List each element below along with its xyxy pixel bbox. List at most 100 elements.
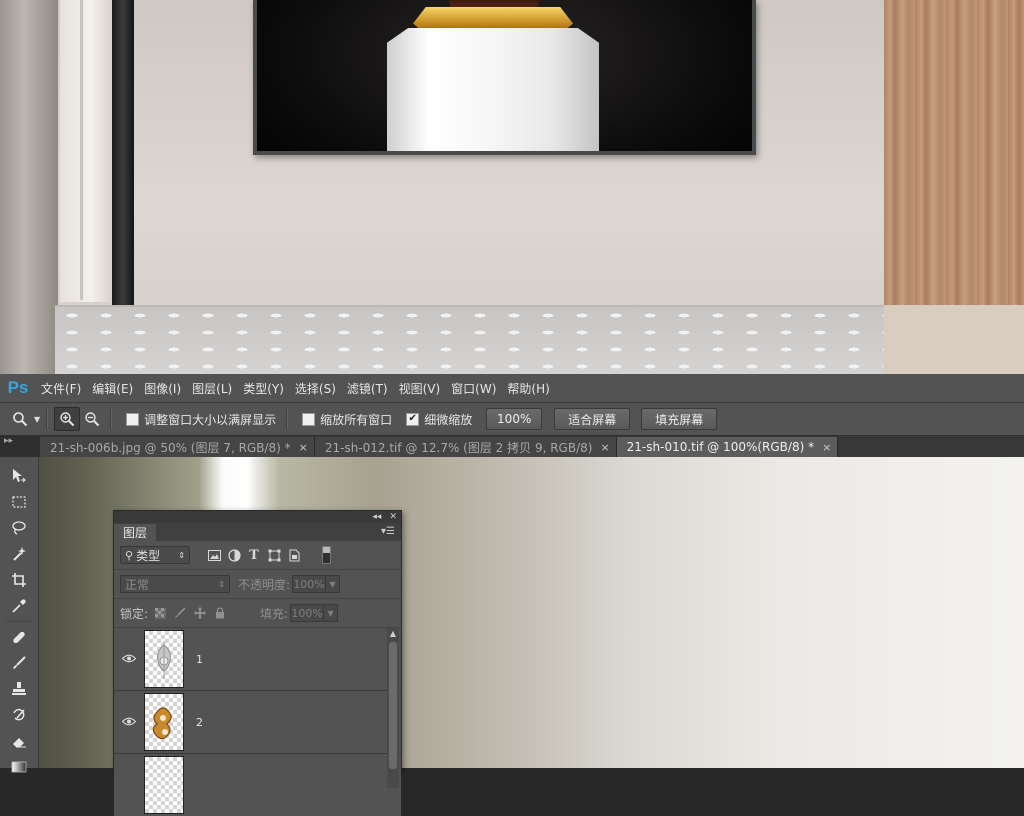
- close-icon[interactable]: ×: [299, 441, 308, 454]
- opacity-input[interactable]: 100%: [292, 575, 327, 593]
- history-brush-tool-icon[interactable]: [0, 702, 38, 728]
- tab-layers[interactable]: 图层: [114, 524, 157, 541]
- actual-pixels-button[interactable]: 100%: [486, 408, 543, 430]
- layer-row-3[interactable]: [114, 754, 401, 816]
- divider: [6, 621, 32, 622]
- clone-stamp-tool-icon[interactable]: [0, 676, 38, 702]
- search-icon: ⚲: [125, 548, 134, 562]
- zoom-in-icon[interactable]: [54, 407, 81, 431]
- eraser-tool-icon[interactable]: [0, 728, 38, 754]
- document-tabs: ▸▸ 21-sh-006b.jpg @ 50% (图层 7, RGB/8) * …: [0, 436, 1024, 457]
- menu-filter[interactable]: 滤镜(T): [342, 380, 394, 397]
- door-line: [80, 0, 83, 300]
- menu-view[interactable]: 视图(V): [394, 380, 447, 397]
- layer-list-scrollbar[interactable]: ▲: [387, 628, 399, 788]
- tab-label: 21-sh-012.tif @ 12.7% (图层 2 拷贝 9, RGB/8): [324, 440, 593, 455]
- close-icon[interactable]: ×: [600, 441, 609, 454]
- scrubby-zoom-checkbox[interactable]: ✔ 细微缩放: [406, 411, 472, 428]
- scrubby-zoom-checkbox-box[interactable]: ✔: [406, 412, 420, 426]
- eye-visibility-icon[interactable]: [114, 652, 144, 667]
- divider: [46, 409, 49, 429]
- zoom-all-windows-label: 缩放所有窗口: [320, 412, 393, 427]
- panel-menu-icon[interactable]: ▾☰: [381, 526, 395, 537]
- panel-tab-row: 图层 ▾☰: [114, 523, 401, 541]
- menu-help[interactable]: 帮助(H): [502, 380, 555, 397]
- gradient-tool-icon[interactable]: [0, 754, 38, 780]
- lock-transparent-pixels-icon[interactable]: [150, 604, 170, 622]
- door-frame: [0, 0, 58, 374]
- fit-screen-button[interactable]: 适合屏幕: [554, 408, 631, 430]
- tab-21-sh-010[interactable]: 21-sh-010.tif @ 100%(RGB/8) * ×: [616, 437, 839, 457]
- resize-windows-checkbox[interactable]: 调整窗口大小以满屏显示: [126, 411, 276, 428]
- artwork-white-pedestal: [387, 28, 599, 151]
- opacity-label: 不透明度:: [238, 577, 291, 592]
- eyedropper-tool-icon[interactable]: [0, 593, 38, 619]
- menu-edit[interactable]: 编辑(E): [87, 380, 139, 397]
- zoom-all-windows-checkbox[interactable]: 缩放所有窗口: [302, 411, 392, 428]
- layer-thumbnail: [144, 693, 184, 751]
- lock-position-icon[interactable]: [190, 604, 210, 622]
- zoom-out-icon[interactable]: [80, 408, 104, 430]
- zoom-all-windows-checkbox-box[interactable]: [302, 412, 316, 426]
- crop-tool-icon[interactable]: [0, 567, 38, 593]
- menu-window[interactable]: 窗口(W): [446, 380, 502, 397]
- panel-titlebar[interactable]: ◂◂ ✕: [114, 511, 401, 523]
- blend-mode-value: 正常: [125, 577, 150, 592]
- brush-tool-icon[interactable]: [0, 650, 38, 676]
- filter-toggle-switch[interactable]: [322, 546, 331, 564]
- filter-shape-layers-icon[interactable]: [264, 546, 284, 564]
- fill-input[interactable]: 100%: [290, 604, 325, 622]
- filter-smart-objects-icon[interactable]: [284, 546, 304, 564]
- layer-row-2[interactable]: 2: [114, 691, 401, 754]
- menu-file[interactable]: 文件(F): [36, 380, 87, 397]
- filter-type-layers-icon[interactable]: T: [244, 546, 264, 564]
- tab-label: 21-sh-010.tif @ 100%(RGB/8) *: [626, 440, 815, 454]
- scroll-up-icon[interactable]: ▲: [387, 628, 399, 640]
- lock-image-pixels-icon[interactable]: [170, 604, 190, 622]
- filter-adjustment-layers-icon[interactable]: [224, 546, 244, 564]
- magic-wand-tool-icon[interactable]: [0, 541, 38, 567]
- tab-21-sh-012[interactable]: 21-sh-012.tif @ 12.7% (图层 2 拷贝 9, RGB/8)…: [314, 437, 617, 457]
- chevron-down-icon[interactable]: ▼: [324, 604, 339, 622]
- scrollbar-thumb[interactable]: [389, 642, 397, 769]
- framed-artwork: [257, 0, 752, 151]
- menu-type[interactable]: 类型(Y): [238, 380, 290, 397]
- eye-visibility-icon[interactable]: [114, 715, 144, 730]
- door-panel: [60, 0, 115, 302]
- healing-brush-tool-icon[interactable]: [0, 624, 38, 650]
- layer-name[interactable]: 2: [196, 716, 203, 729]
- panel-collapse-grip[interactable]: ▸▸: [0, 436, 40, 457]
- layer-list: 1 2 ▲: [114, 628, 401, 816]
- filter-type-label: 类型: [136, 548, 161, 563]
- lock-label: 锁定:: [120, 606, 149, 621]
- close-panel-icon[interactable]: ✕: [389, 512, 397, 522]
- lock-fill-row: 锁定: 填充: 100% ▼: [114, 599, 401, 628]
- tab-21-sh-006b[interactable]: 21-sh-006b.jpg @ 50% (图层 7, RGB/8) * ×: [40, 437, 315, 457]
- resize-windows-label: 调整窗口大小以满屏显示: [144, 412, 277, 427]
- chevron-down-icon[interactable]: ▼: [326, 575, 341, 593]
- divider: [286, 409, 289, 429]
- fill-screen-button[interactable]: 填充屏幕: [641, 408, 718, 430]
- zoom-tool-preset-icon[interactable]: [8, 408, 32, 430]
- close-icon[interactable]: ×: [822, 441, 831, 454]
- tool-preset-dropdown-icon[interactable]: ▼: [34, 415, 40, 424]
- move-tool-icon[interactable]: [0, 463, 38, 489]
- menu-select[interactable]: 选择(S): [290, 380, 342, 397]
- resize-windows-checkbox-box[interactable]: [126, 412, 140, 426]
- menu-layer[interactable]: 图层(L): [187, 380, 238, 397]
- menu-image[interactable]: 图像(I): [139, 380, 187, 397]
- tiled-floor: [55, 305, 884, 374]
- gold-ornament-thumbnail: [152, 707, 172, 740]
- layer-row-1[interactable]: 1: [114, 628, 401, 691]
- marquee-tool-icon[interactable]: [0, 489, 38, 515]
- photoshop-logo: Ps: [7, 378, 29, 397]
- lock-all-icon[interactable]: [210, 604, 230, 622]
- wood-floor: [884, 305, 1024, 374]
- lasso-tool-icon[interactable]: [0, 515, 38, 541]
- layer-filter-select[interactable]: ⚲ 类型 ⇕: [120, 546, 190, 564]
- layer-name[interactable]: 1: [196, 653, 203, 666]
- blend-mode-select[interactable]: 正常 ⇕: [120, 575, 230, 593]
- collapse-panel-icon[interactable]: ◂◂: [372, 512, 381, 522]
- filter-pixel-layers-icon[interactable]: [204, 546, 224, 564]
- layers-panel: ◂◂ ✕ 图层 ▾☰ ⚲ 类型 ⇕ T 正常 ⇕ 不透明度: 100% ▼ 锁定…: [113, 510, 402, 816]
